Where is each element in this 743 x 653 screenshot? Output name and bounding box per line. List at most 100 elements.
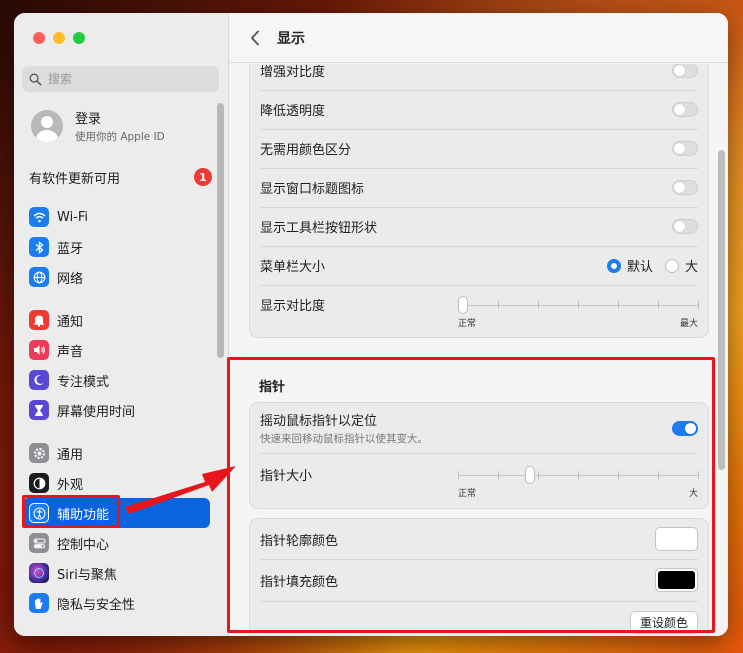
sidebar-item-label: 通知	[57, 314, 84, 330]
sidebar-item-general[interactable]: 通用	[22, 438, 210, 468]
back-button[interactable]	[245, 28, 265, 48]
slider-tick	[698, 301, 699, 309]
sidebar-item-bluetooth[interactable]: 蓝牙	[22, 232, 210, 262]
apple-id-signin[interactable]: 登录 使用你的 Apple ID	[31, 108, 165, 144]
main-scrollbar[interactable]	[718, 150, 725, 470]
slider-tick	[618, 301, 619, 309]
setting-row: 降低透明度	[250, 90, 708, 129]
sidebar-item-label: Wi-Fi	[57, 209, 89, 225]
sidebar-item-screen-time[interactable]: 屏幕使用时间	[22, 395, 210, 425]
setting-label: 增强对比度	[260, 65, 326, 80]
show-toolbar-button-shapes-toggle[interactable]	[672, 219, 698, 234]
window-controls	[33, 32, 85, 44]
sidebar-item-label: 控制中心	[57, 537, 110, 553]
pointer-section-title: 指针	[259, 380, 286, 395]
sidebar-item-sound[interactable]: 声音	[22, 335, 210, 365]
setting-label: 显示窗口标题图标	[260, 182, 365, 197]
bluetooth-icon	[29, 237, 49, 257]
sidebar-item-focus[interactable]: 专注模式	[22, 365, 210, 395]
software-update-item[interactable]: 有软件更新可用 1	[29, 166, 212, 188]
setting-label: 摇动鼠标指针以定位	[260, 414, 378, 429]
avatar	[31, 110, 63, 142]
setting-row: 指针填充颜色	[250, 559, 708, 601]
setting-row: 指针大小 正常 大	[250, 453, 708, 508]
sidebar-group-notifications: 通知 声音 专注模式 屏幕使用时间	[22, 305, 210, 425]
setting-label: 指针轮廓颜色	[260, 533, 339, 549]
sidebar-item-control-center[interactable]: 控制中心	[22, 528, 210, 558]
differentiate-without-color-toggle[interactable]	[672, 141, 698, 156]
bell-icon	[29, 310, 49, 330]
hourglass-icon	[29, 400, 49, 420]
setting-row: 显示工具栏按钮形状	[250, 207, 708, 246]
sidebar-group-general: 通用 外观 辅助功能 控制中心 Siri与聚焦 隐私与安全性	[22, 438, 210, 618]
radio-label: 默认	[626, 260, 653, 275]
shake-to-locate-toggle[interactable]	[672, 420, 698, 436]
setting-row: 显示对比度 正常 最大	[250, 285, 708, 337]
sidebar-item-siri-spotlight[interactable]: Siri与聚焦	[22, 558, 210, 588]
search-input[interactable]	[48, 72, 208, 86]
sidebar-item-appearance[interactable]: 外观	[22, 468, 210, 498]
display-settings-card: 增强对比度 降低透明度 无需用颜色区分 显示窗口标题图标 显示工具栏按钮形状 菜…	[249, 64, 709, 338]
minimize-button[interactable]	[53, 32, 65, 44]
siri-icon	[29, 563, 49, 583]
sidebar-item-label: 外观	[57, 477, 84, 493]
close-button[interactable]	[33, 32, 45, 44]
sidebar-item-label: 辅助功能	[57, 507, 110, 523]
slider-tick	[578, 301, 579, 309]
control-center-icon	[29, 533, 49, 553]
sidebar-item-label: 网络	[57, 271, 84, 287]
slider-max-label: 大	[688, 489, 698, 499]
display-contrast-slider[interactable]: 正常 最大	[458, 295, 699, 329]
sidebar-item-privacy-security[interactable]: 隐私与安全性	[22, 588, 210, 618]
sidebar-item-label: Siri与聚焦	[57, 567, 117, 583]
appearance-icon	[29, 473, 49, 493]
search-box[interactable]	[22, 66, 219, 92]
slider-knob[interactable]	[458, 296, 468, 314]
menubar-size-large-radio[interactable]	[664, 258, 679, 273]
setting-row: 指针轮廓颜色	[250, 519, 708, 559]
account-subtitle: 使用你的 Apple ID	[75, 131, 165, 143]
sidebar-item-accessibility[interactable]: 辅助功能	[22, 498, 210, 528]
setting-row: 菜单栏大小 默认 大	[250, 246, 708, 285]
settings-content: 增强对比度 降低透明度 无需用颜色区分 显示窗口标题图标 显示工具栏按钮形状 菜…	[229, 64, 728, 636]
sidebar-item-label: 声音	[57, 344, 84, 360]
sidebar-group-network: Wi-Fi 蓝牙 网络	[22, 202, 210, 292]
pointer-fill-color-well[interactable]	[655, 568, 698, 592]
setting-description: 快速来回移动鼠标指针以使其变大。	[260, 433, 428, 445]
pointer-size-slider[interactable]: 正常 大	[458, 465, 699, 499]
show-window-title-icons-toggle[interactable]	[672, 180, 698, 195]
reset-colors-button[interactable]: 重设颜色	[629, 610, 698, 634]
toolbar: 显示	[229, 13, 728, 63]
reduce-transparency-toggle[interactable]	[672, 102, 698, 117]
sidebar: 登录 使用你的 Apple ID 有软件更新可用 1 Wi-Fi 蓝牙	[14, 13, 229, 636]
sidebar-item-label: 屏幕使用时间	[57, 404, 136, 420]
slider-tick	[658, 301, 659, 309]
hand-icon	[29, 593, 49, 613]
update-count-badge: 1	[194, 168, 212, 186]
sidebar-item-network[interactable]: 网络	[22, 262, 210, 292]
settings-window: 登录 使用你的 Apple ID 有软件更新可用 1 Wi-Fi 蓝牙	[14, 13, 728, 636]
slider-tick	[498, 471, 499, 479]
pointer-settings-card: 摇动鼠标指针以定位 快速来回移动鼠标指针以使其变大。 指针大小 正常 大	[249, 402, 709, 509]
menubar-size-default-radio[interactable]	[606, 258, 621, 273]
sidebar-item-label: 通用	[57, 447, 84, 463]
sidebar-item-notifications[interactable]: 通知	[22, 305, 210, 335]
zoom-button[interactable]	[73, 32, 85, 44]
slider-tick	[538, 301, 539, 309]
chevron-left-icon	[251, 30, 259, 45]
sidebar-item-label: 隐私与安全性	[57, 597, 136, 613]
slider-knob[interactable]	[525, 466, 535, 484]
globe-icon	[29, 267, 49, 287]
slider-tick	[618, 471, 619, 479]
sidebar-scrollbar[interactable]	[217, 103, 224, 358]
moon-icon	[29, 370, 49, 390]
slider-min-label: 正常	[458, 319, 477, 329]
setting-label: 无需用颜色区分	[260, 143, 352, 158]
setting-row: 显示窗口标题图标	[250, 168, 708, 207]
increase-contrast-toggle[interactable]	[672, 64, 698, 78]
pointer-outline-color-well[interactable]	[655, 527, 698, 551]
pointer-color-card: 指针轮廓颜色 指针填充颜色 重设颜色	[249, 518, 709, 636]
setting-row: 摇动鼠标指针以定位 快速来回移动鼠标指针以使其变大。	[250, 403, 708, 453]
setting-label: 菜单栏大小	[260, 260, 326, 275]
sidebar-item-wifi[interactable]: Wi-Fi	[22, 202, 210, 232]
